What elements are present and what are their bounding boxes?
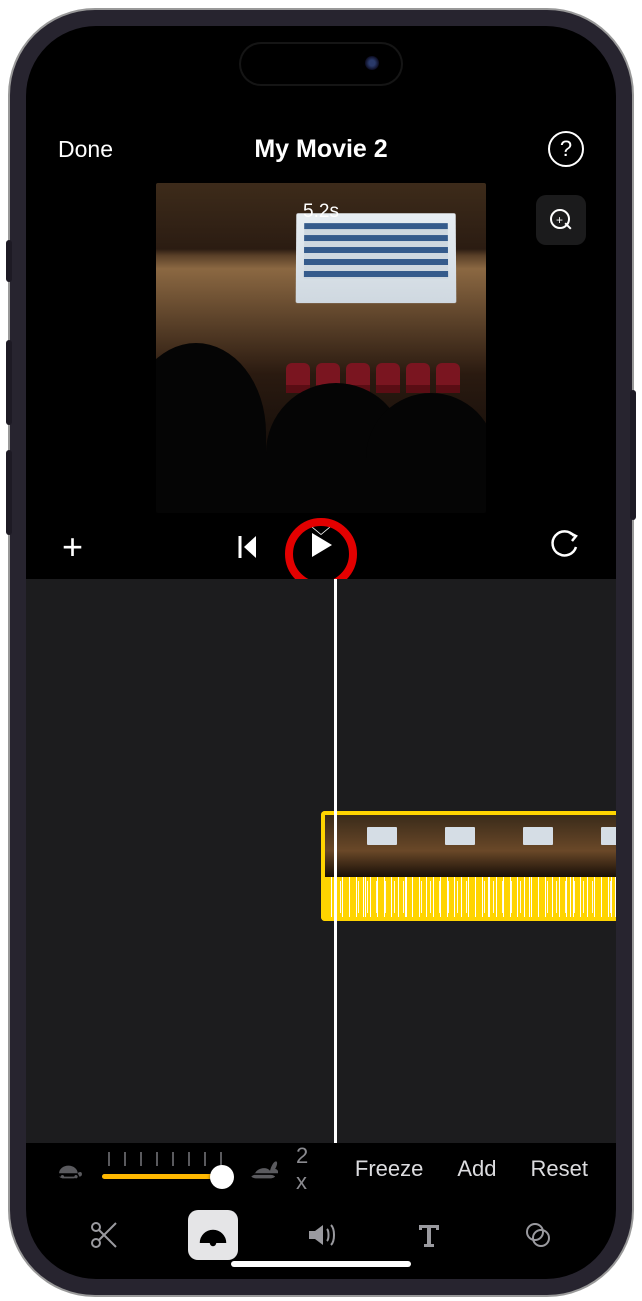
help-button[interactable]: ? [548,131,584,167]
speed-slider[interactable] [102,1152,229,1186]
help-icon: ? [560,136,572,162]
speedometer-icon [197,1219,229,1251]
play-button[interactable] [306,547,336,564]
playback-controls: + [26,515,616,571]
add-media-button[interactable]: + [62,529,83,565]
text-icon [413,1219,445,1251]
speed-multiplier-label: 2 x [296,1143,321,1195]
duration-label: 5.2s [303,201,339,223]
play-icon [306,530,336,560]
video-clip[interactable] [321,811,616,921]
turtle-icon [54,1156,84,1182]
playhead-indicator-icon [309,524,333,534]
skip-to-start-button[interactable] [238,534,258,560]
reset-speed-button[interactable]: Reset [531,1156,588,1182]
titles-tab[interactable] [404,1210,454,1260]
done-button[interactable]: Done [58,136,113,163]
timeline[interactable] [26,579,616,1143]
volume-tab[interactable] [296,1210,346,1260]
silence-switch [6,240,12,282]
dynamic-island [241,44,401,84]
power-button [630,390,636,520]
speed-tab[interactable] [188,1210,238,1260]
project-title: My Movie 2 [254,135,387,164]
volume-down-button [6,450,12,535]
slider-fill [102,1174,220,1179]
rabbit-icon [248,1156,278,1182]
add-speed-button[interactable]: Add [457,1156,496,1182]
freeze-button[interactable]: Freeze [355,1156,423,1182]
undo-button[interactable] [550,530,580,565]
home-indicator[interactable] [231,1261,411,1267]
speed-controls: 2 x Freeze Add Reset [26,1143,616,1195]
slider-ticks [108,1152,223,1166]
cut-tab[interactable] [79,1210,129,1260]
scissors-icon [88,1219,120,1251]
filters-icon [522,1219,554,1251]
volume-up-button [6,340,12,425]
zoom-button[interactable]: + [536,195,586,245]
undo-icon [550,530,580,560]
preview-area: 5.2s + [26,183,616,515]
speed-ruler [325,877,616,917]
video-preview[interactable] [156,183,486,513]
header: Done My Movie 2 ? [26,121,616,177]
phone-frame: Done My Movie 2 ? 5.2s + + [10,10,632,1295]
skip-start-icon [238,534,258,560]
playhead[interactable] [334,579,337,1143]
screen: Done My Movie 2 ? 5.2s + + [26,26,616,1279]
filters-tab[interactable] [513,1210,563,1260]
volume-icon [305,1219,337,1251]
slider-thumb[interactable] [210,1165,234,1189]
zoom-in-icon: + [550,209,572,231]
